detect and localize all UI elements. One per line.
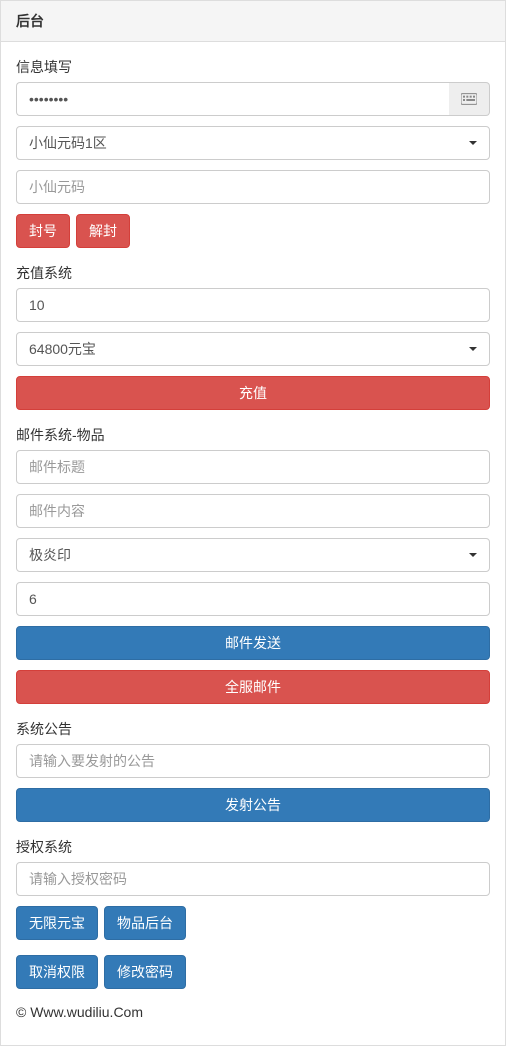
mail-broadcast-button[interactable]: 全服邮件 <box>16 670 490 704</box>
change-password-button[interactable]: 修改密码 <box>104 955 186 989</box>
mail-quantity-input[interactable] <box>16 582 490 616</box>
auth-code-input[interactable] <box>16 862 490 896</box>
mail-title-input[interactable] <box>16 450 490 484</box>
recharge-option-select[interactable]: 64800元宝 <box>16 332 490 366</box>
announce-section-label: 系统公告 <box>16 719 490 739</box>
account-input[interactable] <box>16 170 490 204</box>
recharge-option-value: 64800元宝 <box>29 339 96 359</box>
announce-button[interactable]: 发射公告 <box>16 788 490 822</box>
server-select[interactable]: 小仙元码1区 <box>16 126 490 160</box>
unban-button[interactable]: 解封 <box>76 214 130 248</box>
auth-section-label: 授权系统 <box>16 837 490 857</box>
password-group <box>16 82 490 116</box>
mail-content-input[interactable] <box>16 494 490 528</box>
page-title: 后台 <box>16 13 44 29</box>
chevron-down-icon <box>469 553 477 557</box>
password-input[interactable] <box>16 82 449 116</box>
info-section-label: 信息填写 <box>16 57 490 77</box>
panel-header: 后台 <box>1 1 505 42</box>
panel-body: 信息填写 小仙元码1区 封号 解封 充值系统 64800元宝 <box>1 42 505 1045</box>
chevron-down-icon <box>469 141 477 145</box>
keyboard-icon[interactable] <box>449 82 490 116</box>
chevron-down-icon <box>469 347 477 351</box>
recharge-button[interactable]: 充值 <box>16 376 490 410</box>
mail-item-value: 极炎印 <box>29 545 71 565</box>
mail-section-label: 邮件系统-物品 <box>16 425 490 445</box>
mail-item-select[interactable]: 极炎印 <box>16 538 490 572</box>
revoke-permission-button[interactable]: 取消权限 <box>16 955 98 989</box>
panel: 后台 信息填写 小仙元码1区 封号 解封 充值系统 <box>0 0 506 1046</box>
announce-input[interactable] <box>16 744 490 778</box>
mail-send-button[interactable]: 邮件发送 <box>16 626 490 660</box>
recharge-amount-input[interactable] <box>16 288 490 322</box>
ban-button[interactable]: 封号 <box>16 214 70 248</box>
recharge-section-label: 充值系统 <box>16 263 490 283</box>
footer-text: © Www.wudiliu.Com <box>16 1004 490 1030</box>
unlimited-yuanbao-button[interactable]: 无限元宝 <box>16 906 98 940</box>
item-backend-button[interactable]: 物品后台 <box>104 906 186 940</box>
server-select-value: 小仙元码1区 <box>29 133 107 153</box>
